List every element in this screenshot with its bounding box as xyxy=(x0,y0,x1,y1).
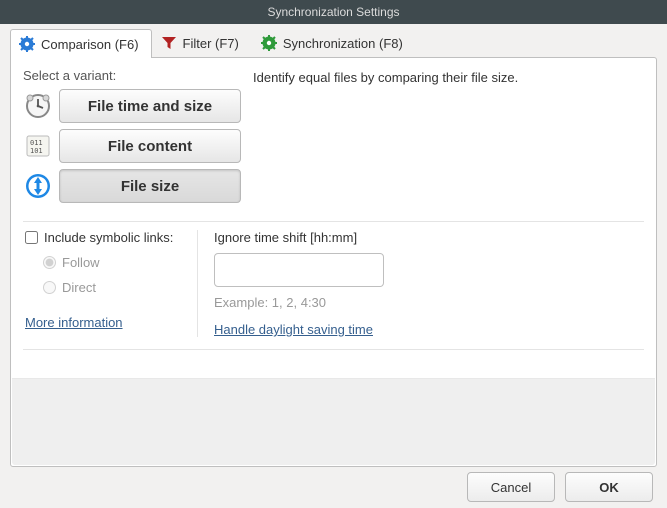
dialog-button-row: Cancel OK xyxy=(467,472,653,502)
tab-comparison-label: Comparison (F6) xyxy=(41,37,139,52)
svg-text:011: 011 xyxy=(30,139,43,147)
radio-direct: Direct xyxy=(43,280,185,295)
updown-arrow-icon xyxy=(23,171,53,201)
radio-follow-input xyxy=(43,256,56,269)
lower-section: Include symbolic links: Follow Direct Mo… xyxy=(23,222,644,350)
column-divider xyxy=(197,230,198,337)
timeshift-label: Ignore time shift [hh:mm] xyxy=(214,230,644,245)
tab-filter-label: Filter (F7) xyxy=(183,36,239,51)
gear-green-icon xyxy=(261,35,277,51)
tab-content: Select a variant: File time and size 011… xyxy=(10,57,657,467)
timeshift-example: Example: 1, 2, 4:30 xyxy=(214,295,644,310)
select-variant-label: Select a variant: xyxy=(23,68,241,83)
variant-size-button[interactable]: File size xyxy=(59,169,241,203)
radio-follow: Follow xyxy=(43,255,185,270)
include-symlinks-input[interactable] xyxy=(25,231,38,244)
timeshift-column: Ignore time shift [hh:mm] Example: 1, 2,… xyxy=(210,230,644,337)
tab-synchronization-label: Synchronization (F8) xyxy=(283,36,403,51)
ok-button[interactable]: OK xyxy=(565,472,653,502)
variant-description: Identify equal files by comparing their … xyxy=(253,68,644,209)
radio-direct-input xyxy=(43,281,56,294)
variant-row-time-size: File time and size xyxy=(23,89,241,123)
funnel-icon xyxy=(161,35,177,51)
titlebar: Synchronization Settings xyxy=(0,0,667,24)
tab-comparison[interactable]: Comparison (F6) xyxy=(10,29,152,58)
gear-blue-icon xyxy=(19,36,35,52)
tab-filter[interactable]: Filter (F7) xyxy=(152,28,252,57)
variant-time-size-button[interactable]: File time and size xyxy=(59,89,241,123)
clock-icon xyxy=(23,91,53,121)
tab-synchronization[interactable]: Synchronization (F8) xyxy=(252,28,416,57)
radio-follow-label: Follow xyxy=(62,255,100,270)
include-symlinks-checkbox[interactable]: Include symbolic links: xyxy=(25,230,185,245)
window-body: Comparison (F6) Filter (F7) Synchronizat… xyxy=(0,24,667,475)
more-information-link[interactable]: More information xyxy=(25,315,185,330)
binary-icon: 011101 xyxy=(23,131,53,161)
cancel-button[interactable]: Cancel xyxy=(467,472,555,502)
symlink-column: Include symbolic links: Follow Direct Mo… xyxy=(23,230,185,337)
window-title: Synchronization Settings xyxy=(267,5,399,19)
variant-row-size: File size xyxy=(23,169,241,203)
bottom-gray-area xyxy=(12,378,655,465)
svg-text:101: 101 xyxy=(30,147,43,155)
symlink-radio-group: Follow Direct xyxy=(25,255,185,295)
radio-direct-label: Direct xyxy=(62,280,96,295)
timeshift-input[interactable] xyxy=(214,253,384,287)
upper-section: Select a variant: File time and size 011… xyxy=(23,68,644,222)
dst-link[interactable]: Handle daylight saving time xyxy=(214,322,644,337)
include-symlinks-label: Include symbolic links: xyxy=(44,230,173,245)
variant-row-content: 011101 File content xyxy=(23,129,241,163)
variant-column: Select a variant: File time and size 011… xyxy=(23,68,241,209)
variant-content-button[interactable]: File content xyxy=(59,129,241,163)
tab-bar: Comparison (F6) Filter (F7) Synchronizat… xyxy=(10,28,657,57)
